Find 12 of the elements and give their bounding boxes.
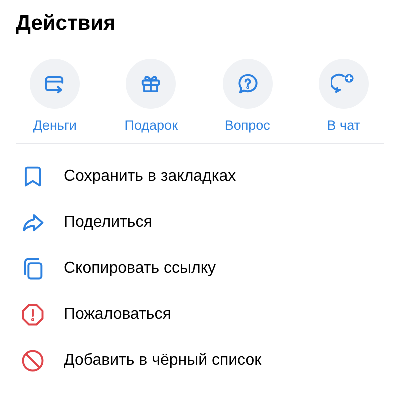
sheet-title: Действия xyxy=(15,11,117,37)
warning-octagon-icon xyxy=(20,302,46,328)
quick-action-button[interactable]: Деньги xyxy=(7,59,104,134)
menu-item[interactable]: Добавить в чёрный список xyxy=(0,338,400,384)
menu-item[interactable]: Скопировать ссылку xyxy=(0,246,400,292)
quick-action-button[interactable]: В чат xyxy=(296,59,392,134)
block-icon xyxy=(20,348,46,374)
menu-item[interactable]: Поделиться xyxy=(0,200,400,246)
menu-item[interactable]: Сохранить в закладках xyxy=(0,154,400,200)
menu-item[interactable]: Пожаловаться xyxy=(0,292,400,338)
quick-action-button[interactable]: Вопрос xyxy=(200,59,296,134)
quick-action-button[interactable]: Подарок xyxy=(103,59,200,134)
